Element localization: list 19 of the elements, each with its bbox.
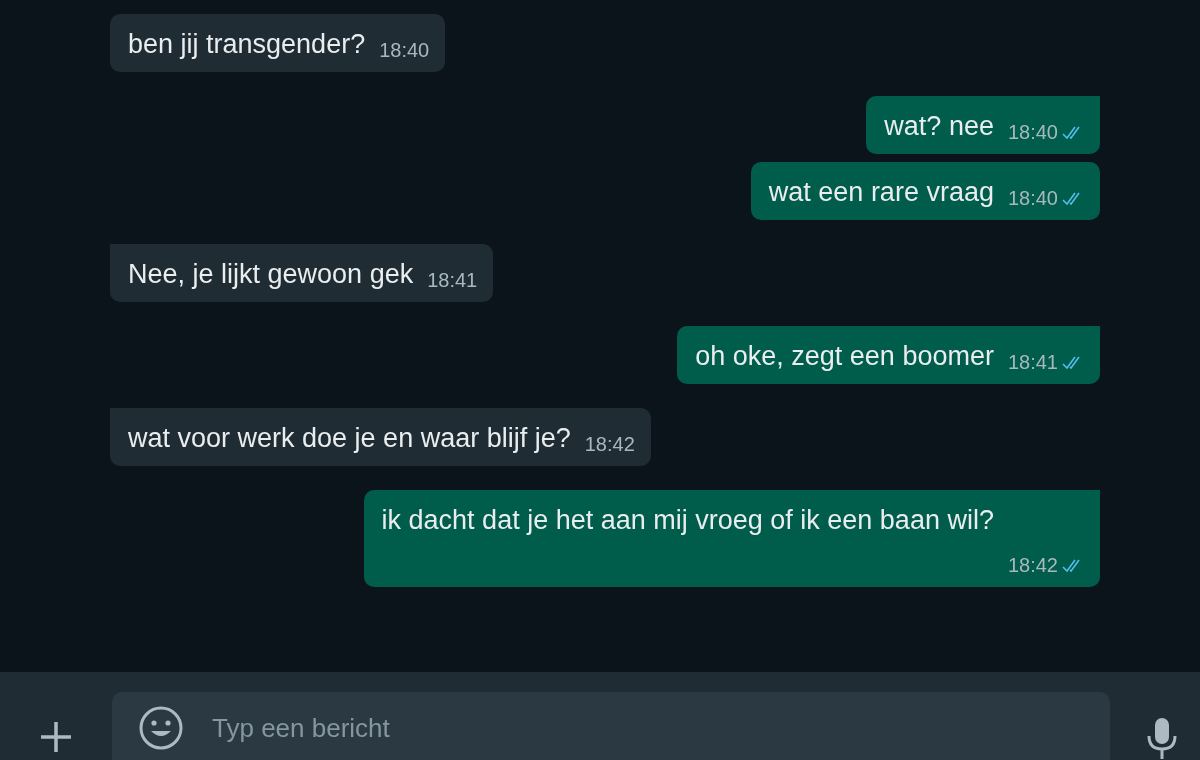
message-time: 18:40 xyxy=(1007,187,1058,210)
microphone-icon[interactable] xyxy=(1145,716,1179,760)
message-time: 18:42 xyxy=(1007,554,1058,577)
message-input-field[interactable]: Typ een bericht xyxy=(210,711,1110,745)
plus-icon[interactable] xyxy=(39,720,73,754)
message-text: ben jij transgender? xyxy=(128,30,366,61)
message-time: 18:40 xyxy=(379,39,430,62)
message-field[interactable]: Typ een bericht xyxy=(112,692,1110,760)
message-text: oh oke, zegt een boomer xyxy=(695,342,994,373)
message-text: ik dacht dat je het aan mij vroeg of ik een baan wil? xyxy=(381,506,994,537)
message-text: wat? nee xyxy=(884,112,994,143)
message-time: 18:42 xyxy=(584,433,635,456)
emoji-icon[interactable] xyxy=(138,705,184,751)
message-time: 18:40 xyxy=(1007,121,1058,144)
message-time: 18:41 xyxy=(427,269,478,292)
message-time: 18:41 xyxy=(1007,351,1058,374)
message-text: wat voor werk doe je en waar blijf je? xyxy=(128,424,571,455)
message-text: Nee, je lijkt gewoon gek xyxy=(128,260,414,291)
message-text: wat een rare vraag xyxy=(768,178,994,209)
